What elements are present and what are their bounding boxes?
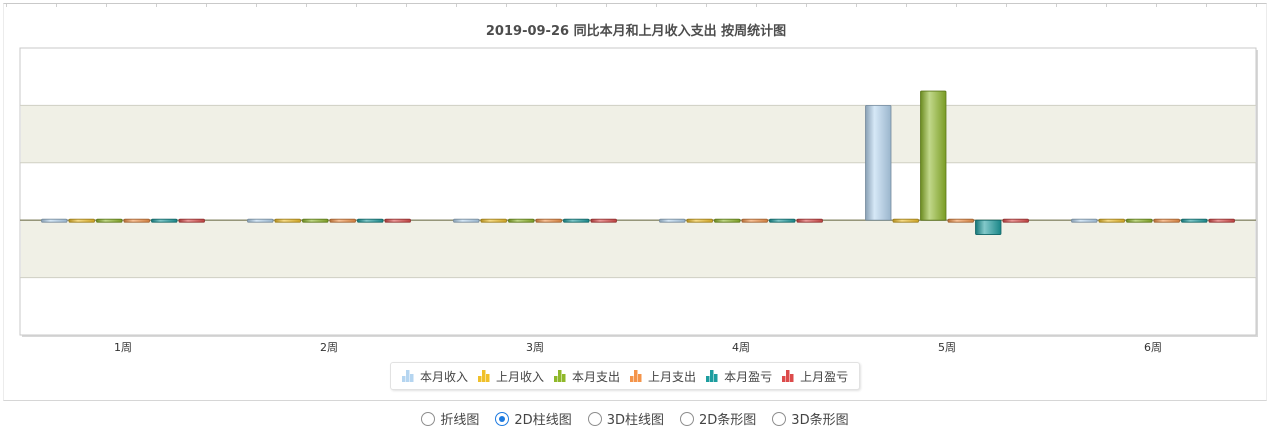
chart-type-option[interactable]: 2D柱线图: [495, 409, 572, 428]
bar-chart-icon: [706, 370, 718, 382]
chart-type-option[interactable]: 2D条形图: [680, 409, 756, 428]
bar: [274, 218, 301, 223]
bar: [714, 218, 741, 223]
chart-panel: 2019-09-26 同比本月和上月收入支出 按周统计图 1周 2周 3周 4周 5周 6…: [3, 3, 1267, 401]
bar: [920, 90, 947, 221]
bar-chart-icon: [554, 370, 566, 382]
bar: [975, 219, 1002, 235]
bar: [68, 218, 95, 223]
legend-item[interactable]: 上月支出: [630, 368, 696, 385]
bar: [590, 218, 617, 223]
radio-button[interactable]: [495, 411, 510, 426]
bar: [178, 218, 205, 223]
bar: [41, 218, 68, 223]
chart-type-option[interactable]: 3D条形图: [772, 409, 849, 428]
bar: [1208, 218, 1235, 223]
bar: [741, 218, 768, 223]
bar: [563, 218, 590, 223]
radio-button[interactable]: [587, 411, 602, 426]
bar: [796, 218, 823, 223]
x-tick-label: 4周: [732, 341, 750, 354]
legend-label: 上月盈亏: [800, 369, 849, 384]
bar: [1126, 218, 1153, 223]
chart-type-option[interactable]: 折线图: [421, 409, 479, 428]
bar: [480, 218, 507, 223]
chart-type-label: 3D条形图: [791, 413, 849, 428]
bar: [453, 218, 480, 223]
bar: [1002, 218, 1029, 223]
chart-type-label: 2D条形图: [699, 413, 757, 428]
legend-label: 上月收入: [496, 369, 545, 384]
bar: [508, 218, 535, 223]
x-tick-label: 6周: [1144, 341, 1162, 354]
chart-type-label: 2D柱线图: [514, 413, 572, 428]
legend-item[interactable]: 本月支出: [554, 368, 620, 385]
bar: [123, 218, 150, 223]
legend-label: 本月盈亏: [724, 369, 773, 384]
legend-label: 本月收入: [420, 369, 469, 384]
bar: [535, 218, 562, 223]
bar-chart-icon: [782, 370, 794, 382]
x-tick-label: 2周: [320, 341, 338, 354]
legend-item[interactable]: 上月盈亏: [782, 368, 848, 385]
radio-button[interactable]: [421, 411, 436, 426]
chart-type-label: 折线图: [440, 413, 480, 428]
radio-button[interactable]: [772, 411, 787, 426]
legend-label: 上月支出: [648, 369, 697, 384]
plot-band: [21, 105, 1255, 163]
bar: [96, 218, 123, 223]
bar-chart-icon: [630, 370, 642, 382]
legend-item[interactable]: 本月收入: [402, 368, 468, 385]
radio-button[interactable]: [680, 411, 694, 426]
legend-item[interactable]: 本月盈亏: [706, 368, 772, 385]
bar-chart-icon: [402, 370, 414, 382]
bar: [769, 218, 796, 223]
bar: [1153, 218, 1180, 223]
x-tick-label: 1周: [114, 341, 132, 354]
chart-type-label: 3D柱线图: [606, 413, 664, 428]
bar: [384, 218, 411, 223]
legend-label: 本月支出: [572, 369, 621, 384]
bar: [151, 218, 178, 223]
chart-type-switch: 折线图 2D柱线图 3D柱线图 2D条形图 3D条形图: [0, 409, 1270, 428]
bar: [1098, 218, 1125, 223]
x-tick-label: 3周: [526, 341, 544, 354]
x-tick-label: 5周: [938, 341, 956, 354]
plot-band: [21, 220, 1255, 278]
bar: [302, 218, 329, 223]
legend-item[interactable]: 上月收入: [478, 368, 544, 385]
bar: [1181, 218, 1208, 223]
chart-type-option[interactable]: 3D柱线图: [587, 409, 664, 428]
bar: [947, 218, 974, 223]
bar: [329, 218, 356, 223]
bar-chart-icon: [478, 370, 490, 382]
chart-legend: 本月收入 上月收入 本月支出 上月支出 本月盈亏 上月盈亏: [390, 362, 861, 390]
bar: [247, 218, 274, 223]
bar: [686, 218, 713, 223]
plot-background: [19, 47, 1257, 336]
chart-plot: 1周 2周 3周 4周 5周 6周: [19, 47, 1258, 354]
bar: [865, 105, 892, 221]
bar: [357, 218, 384, 223]
bar: [1071, 218, 1098, 223]
bar: [659, 218, 686, 223]
bar: [892, 218, 919, 223]
